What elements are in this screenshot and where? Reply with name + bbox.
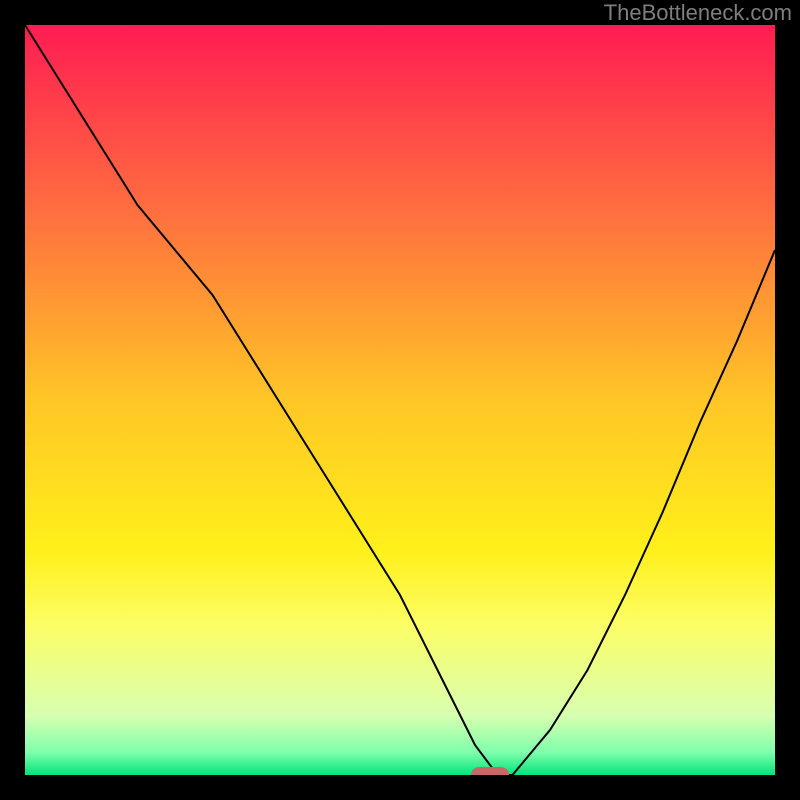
optimal-marker [471,767,509,775]
chart-container: { "attribution": "TheBottleneck.com", "c… [0,0,800,800]
bottleneck-curve [25,25,775,775]
attribution-text: TheBottleneck.com [604,0,792,26]
plot-area [25,25,775,775]
